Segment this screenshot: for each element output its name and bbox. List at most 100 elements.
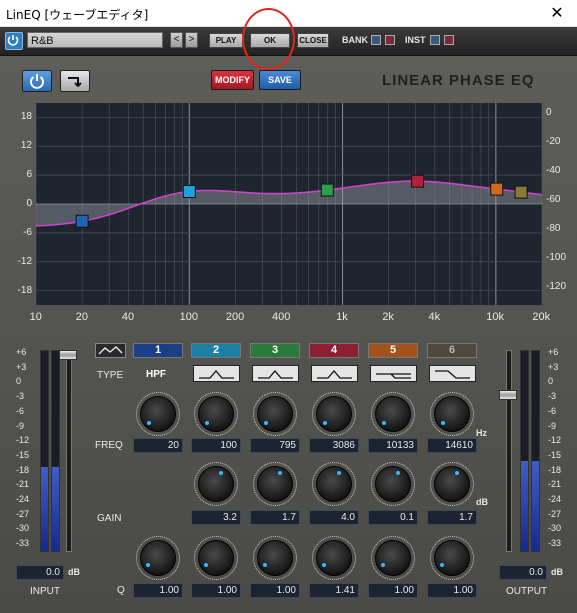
inst-indicator-red[interactable] [444,35,454,45]
band-1-button[interactable]: 1 [133,343,183,358]
play-button[interactable]: PLAY [209,33,243,48]
band-2-freq-knob[interactable] [194,392,238,436]
output-fader-handle[interactable] [499,389,517,400]
meter-scale-label: -24 [16,494,30,504]
freq-tick-label: 40 [121,311,135,323]
band-4-button[interactable]: 4 [309,343,359,358]
band-3-q-value[interactable]: 1.00 [250,583,300,598]
band-4-gain-knob[interactable] [312,462,356,506]
output-meter-right [531,350,540,552]
close-button[interactable]: CLOSE [297,33,329,48]
next-preset-button[interactable]: > [185,32,198,48]
band-4-q-value[interactable]: 1.41 [309,583,359,598]
meter-scale-label: -30 [16,523,30,534]
band-6-freq-knob[interactable] [430,392,474,436]
band-5-button[interactable]: 5 [368,343,418,358]
band-4-gain-value[interactable]: 4.0 [309,510,359,525]
gain-tick-label: 6 [26,169,32,181]
band-4-q-knob[interactable] [312,536,356,580]
band-5-q-knob[interactable] [371,536,415,580]
band-3-gain-knob[interactable] [253,462,297,506]
meter-scale-label: -15 [16,449,30,460]
previous-preset-button[interactable]: < [170,32,183,48]
bank-indicator-red[interactable] [385,35,395,45]
band-3-freq-value[interactable]: 795 [250,438,300,453]
band-node-6[interactable] [514,185,528,199]
band-node-5[interactable] [490,182,504,196]
band-6-q-knob[interactable] [430,536,474,580]
band-2-gain-knob[interactable] [194,462,238,506]
freq-unit: Hz [476,428,487,438]
band-6-freq-value[interactable]: 14610 [427,438,477,453]
meter-scale-label: -21 [548,479,562,490]
power-icon[interactable] [5,32,23,50]
band-node-3[interactable] [320,183,334,197]
band-6-button[interactable]: 6 [427,343,477,358]
band-6-gain-value[interactable]: 1.7 [427,510,477,525]
band-node-4[interactable] [411,174,425,188]
band-1-freq-knob[interactable] [136,392,180,436]
band-3-type-button[interactable] [252,365,299,382]
band-5-gain-knob[interactable] [371,462,415,506]
freq-tick-label: 400 [271,311,291,323]
band-6-q-value[interactable]: 1.00 [427,583,477,598]
gain-unit: dB [476,497,488,507]
band-4-freq-value[interactable]: 3086 [309,438,359,453]
power-toggle-button[interactable] [22,70,52,92]
band-node-1[interactable] [75,214,89,228]
band-5-gain-value[interactable]: 0.1 [368,510,418,525]
band-2-gain-value[interactable]: 3.2 [191,510,241,525]
band-5-q-value[interactable]: 1.00 [368,583,418,598]
band-3-button[interactable]: 3 [250,343,300,358]
meter-scale-label: -9 [548,420,557,431]
eq-curve-plot[interactable] [35,103,543,305]
window-title: LinEQ [ウェーブエディタ] [6,8,149,22]
band-1-q-knob[interactable] [136,536,180,580]
meter-scale-label: +3 [548,361,559,372]
output-fader-track[interactable] [506,350,512,552]
meter-scale-label: -3 [548,391,557,402]
output-gain-readout[interactable]: 0.0 [499,565,547,580]
output-unit: dB [551,567,563,577]
save-button[interactable]: SAVE [259,70,301,90]
band-2-q-knob[interactable] [194,536,238,580]
band-2-type-button[interactable] [193,365,240,382]
band-3-q-knob[interactable] [253,536,297,580]
close-window-icon[interactable]: ✕ [537,0,577,26]
inst-label: INST [405,35,426,45]
band-6-type-button[interactable] [429,365,476,382]
band-2-button[interactable]: 2 [191,343,241,358]
input-label: INPUT [30,586,60,597]
routing-arrow-icon [68,77,82,88]
inst-indicator-blue[interactable] [430,35,440,45]
band-node-2[interactable] [182,184,196,198]
band-5-type-button[interactable] [370,365,417,382]
meter-scale-label: -33 [548,538,562,549]
modify-button[interactable]: MODIFY [211,70,254,90]
band-5-freq-value[interactable]: 10133 [368,438,418,453]
band-5-freq-knob[interactable] [371,392,415,436]
band-6-gain-knob[interactable] [430,462,474,506]
level-tick-label: -80 [546,223,561,234]
band-4-type-button[interactable] [311,365,358,382]
band-1-q-value[interactable]: 1.00 [133,583,183,598]
band-1-freq-value[interactable]: 20 [133,438,183,453]
meter-scale-label: -12 [548,435,562,446]
band-4-freq-knob[interactable] [312,392,356,436]
input-fader-handle[interactable] [59,350,77,360]
preset-name-field[interactable]: R&B [27,32,163,48]
input-fader-track[interactable] [66,350,72,552]
input-gain-readout[interactable]: 0.0 [16,565,64,580]
type-row-label: TYPE [97,370,124,381]
band-2-freq-value[interactable]: 100 [191,438,241,453]
display-mode-button[interactable] [95,343,126,358]
freq-tick-label: 200 [225,311,245,323]
bank-indicator-blue[interactable] [371,35,381,45]
band-2-q-value[interactable]: 1.00 [191,583,241,598]
band-3-gain-value[interactable]: 1.7 [250,510,300,525]
meter-scale-label: 0 [16,376,22,387]
routing-button[interactable] [60,70,90,92]
band-1-type-label[interactable]: HPF [146,369,166,380]
band-3-freq-knob[interactable] [253,392,297,436]
eq-response-graph[interactable] [35,103,543,305]
